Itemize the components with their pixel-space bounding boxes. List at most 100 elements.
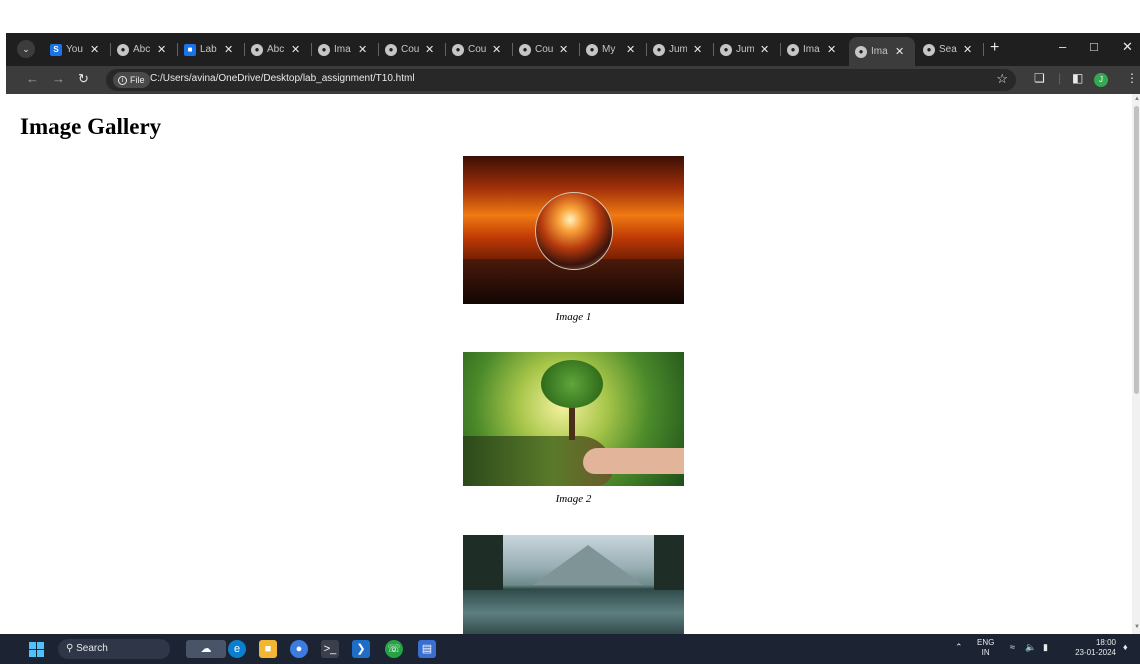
tab-label: You: [66, 44, 83, 55]
file-explorer-icon[interactable]: ■: [259, 640, 277, 658]
tab-1[interactable]: S You ✕: [44, 37, 111, 62]
search-label: Search: [76, 643, 108, 654]
search-icon: ⚲: [66, 643, 74, 654]
tab-label: Ima: [334, 44, 351, 55]
globe-icon: ●: [586, 43, 598, 56]
close-icon[interactable]: ✕: [559, 43, 568, 56]
forward-arrow-icon[interactable]: →: [52, 71, 65, 86]
tab-4[interactable]: ● Abc ✕: [245, 37, 312, 62]
close-icon[interactable]: ✕: [626, 43, 635, 56]
maximize-icon[interactable]: □: [1090, 39, 1098, 54]
image-tree-crown: [541, 360, 603, 408]
new-tab-plus-icon[interactable]: +: [990, 39, 999, 57]
tab-14[interactable]: ● Sea ✕: [917, 37, 984, 62]
gallery-figure-1: Image 1: [463, 156, 684, 323]
close-icon[interactable]: ✕: [895, 45, 904, 58]
lang-region: IN: [981, 648, 990, 657]
scrollbar-thumb[interactable]: [1134, 106, 1139, 394]
tab-3[interactable]: ■ Lab ✕: [178, 37, 245, 62]
globe-icon: ●: [519, 43, 531, 56]
tab-11[interactable]: ● Jum ✕: [714, 37, 781, 62]
notification-bell-icon[interactable]: ♦: [1123, 642, 1128, 652]
menu-kebab-icon[interactable]: ⋮: [1126, 71, 1138, 85]
globe-icon: ●: [923, 43, 935, 56]
tab-10[interactable]: ● Jum ✕: [647, 37, 714, 62]
windows-start-icon[interactable]: [29, 642, 44, 657]
battery-icon[interactable]: ▮: [1043, 642, 1048, 653]
notepad-icon[interactable]: ▤: [418, 640, 436, 658]
tab-6[interactable]: ● Cou ✕: [379, 37, 446, 62]
tab-label: My: [602, 44, 616, 55]
close-icon[interactable]: ✕: [224, 43, 233, 56]
tab-strip: ⌄ S You ✕ ● Abc ✕ ■ Lab ✕ ● Abc ✕ ● Ima …: [6, 33, 1140, 66]
tab-label: Ima: [871, 46, 888, 57]
extensions-icon[interactable]: ❏: [1034, 71, 1045, 85]
tab-label: Sea: [939, 44, 957, 55]
taskbar-clock[interactable]: 18:00 23-01-2024: [1066, 638, 1116, 658]
close-icon[interactable]: ✕: [90, 43, 99, 56]
whatsapp-icon[interactable]: ☏: [385, 640, 403, 658]
tab-label: Lab: [200, 44, 217, 55]
side-panel-icon[interactable]: ◧: [1072, 71, 1083, 85]
minimize-icon[interactable]: –: [1059, 39, 1066, 54]
tab-label: Cou: [401, 44, 419, 55]
profile-avatar[interactable]: J: [1094, 73, 1108, 87]
site-info-chip[interactable]: i File: [113, 72, 150, 88]
image-mountain: [533, 545, 643, 585]
globe-icon: ●: [720, 43, 732, 56]
close-icon[interactable]: ✕: [291, 43, 300, 56]
gallery-image-2: [463, 352, 684, 486]
window-top-area: [0, 0, 1140, 33]
close-icon[interactable]: ✕: [963, 43, 972, 56]
globe-icon: ●: [251, 43, 263, 56]
scroll-up-arrow-icon[interactable]: ▲: [1134, 96, 1140, 102]
gallery-figure-2: Image 2: [463, 352, 684, 505]
close-icon[interactable]: ✕: [358, 43, 367, 56]
taskbar-search[interactable]: ⚲ Search: [58, 639, 170, 659]
tab-9[interactable]: ● My ✕: [580, 37, 647, 62]
vscode-icon[interactable]: ❯: [352, 640, 370, 658]
globe-icon: ●: [855, 45, 867, 58]
tab-8[interactable]: ● Cou ✕: [513, 37, 580, 62]
tab-13-active[interactable]: ● Ima ✕: [849, 37, 915, 66]
tab-label: Jum: [669, 44, 687, 55]
tab-7[interactable]: ● Cou ✕: [446, 37, 513, 62]
close-window-icon[interactable]: ✕: [1122, 39, 1133, 55]
tab-label: Cou: [468, 44, 486, 55]
reload-icon[interactable]: ↻: [78, 71, 89, 87]
tab-12[interactable]: ● Ima ✕: [781, 37, 848, 62]
close-icon[interactable]: ✕: [492, 43, 501, 56]
widgets-icon[interactable]: ☁: [186, 640, 226, 658]
classroom-icon: ■: [184, 43, 196, 56]
address-bar[interactable]: i File C:/Users/avina/OneDrive/Desktop/l…: [106, 69, 1016, 91]
page-heading: Image Gallery: [20, 114, 162, 139]
back-arrow-icon[interactable]: ←: [26, 71, 39, 86]
tab-2[interactable]: ● Abc ✕: [111, 37, 178, 62]
wifi-icon[interactable]: ≈: [1010, 642, 1015, 652]
close-icon[interactable]: ✕: [425, 43, 434, 56]
scroll-down-arrow-icon[interactable]: ▼: [1134, 624, 1140, 630]
volume-muted-icon[interactable]: 🔈: [1025, 642, 1036, 653]
url-text[interactable]: C:/Users/avina/OneDrive/Desktop/lab_assi…: [150, 73, 415, 84]
globe-icon: ●: [318, 43, 330, 56]
globe-icon: ●: [452, 43, 464, 56]
tray-chevron-icon[interactable]: ⌃: [955, 642, 963, 653]
tab-separator: [983, 43, 984, 56]
close-icon[interactable]: ✕: [760, 43, 769, 56]
globe-icon: ●: [787, 43, 799, 56]
terminal-icon[interactable]: >_: [321, 640, 339, 658]
tab-search-chevron-icon[interactable]: ⌄: [17, 40, 35, 58]
input-language[interactable]: ENG IN: [977, 638, 994, 658]
close-icon[interactable]: ✕: [827, 43, 836, 56]
edge-icon[interactable]: e: [228, 640, 246, 658]
close-icon[interactable]: ✕: [693, 43, 702, 56]
image-trees-left: [463, 535, 503, 590]
bookmark-star-icon[interactable]: ☆: [996, 71, 1008, 87]
image-tree-trunk: [569, 404, 575, 440]
chrome-icon[interactable]: ●: [290, 640, 308, 658]
crystal-ball-shape: [535, 192, 613, 270]
close-icon[interactable]: ✕: [157, 43, 166, 56]
image-trees-right: [654, 535, 684, 590]
s-icon: S: [50, 43, 62, 56]
tab-5[interactable]: ● Ima ✕: [312, 37, 379, 62]
